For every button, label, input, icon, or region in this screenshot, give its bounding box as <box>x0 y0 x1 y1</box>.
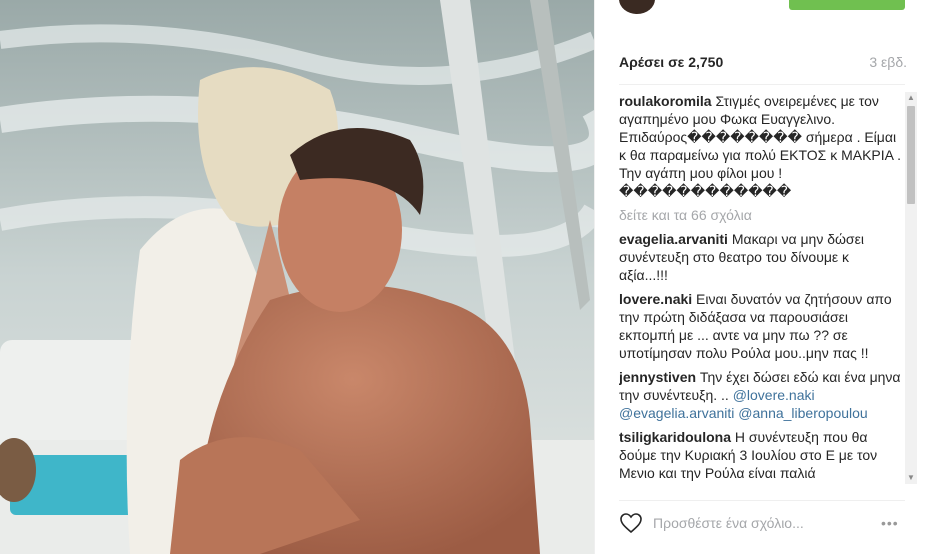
comment-item: lovere.naki Ειναι δυνατόν να ζητήσουν απ… <box>619 290 915 362</box>
profile-avatar[interactable] <box>619 0 655 14</box>
photo-image <box>0 0 594 554</box>
post-side-panel: Αρέσει σε 2,750 3 εβδ. roulakoromila Στι… <box>594 0 925 554</box>
comment-item: evagelia.arvaniti Μακαρι να μην δώσει συ… <box>619 230 915 284</box>
comment-username[interactable]: jennystiven <box>619 369 696 385</box>
comment-username[interactable]: lovere.naki <box>619 291 692 307</box>
add-comment-input[interactable] <box>653 512 863 534</box>
more-options-icon[interactable]: ••• <box>881 515 899 531</box>
comment-item: jennystiven Την έχει δώσει εδώ και ένα μ… <box>619 368 915 422</box>
mention-link[interactable]: @lovere.naki <box>733 387 815 403</box>
post-time[interactable]: 3 εβδ. <box>869 54 907 70</box>
caption: roulakoromila Στιγμές ονειρεμένες με τον… <box>619 92 915 200</box>
follow-button[interactable] <box>789 0 905 10</box>
heart-icon[interactable] <box>619 512 643 534</box>
scrollbar-thumb[interactable] <box>907 106 915 204</box>
caption-username[interactable]: roulakoromila <box>619 93 712 109</box>
post-photo[interactable] <box>0 0 594 554</box>
divider <box>619 84 905 85</box>
likes-count[interactable]: Αρέσει σε 2,750 <box>619 54 723 70</box>
view-all-comments[interactable]: δείτε και τα 66 σχόλια <box>619 206 915 224</box>
comments-list: roulakoromila Στιγμές ονειρεμένες με τον… <box>619 92 915 484</box>
likes-row: Αρέσει σε 2,750 3 εβδ. <box>619 54 907 70</box>
comment-username[interactable]: evagelia.arvaniti <box>619 231 728 247</box>
comment-username[interactable]: tsiligkaridoulona <box>619 429 731 445</box>
divider <box>619 500 905 501</box>
mention-link[interactable]: @evagelia.arvaniti <box>619 405 734 421</box>
comment-item: tsiligkaridoulona Η συνέντευξη που θα δο… <box>619 428 915 482</box>
scroll-down-arrow-icon[interactable]: ▼ <box>905 472 917 484</box>
mention-link[interactable]: @anna_liberopoulou <box>738 405 867 421</box>
scroll-up-arrow-icon[interactable]: ▲ <box>905 92 917 104</box>
comments-scrollbar[interactable]: ▲ ▼ <box>905 92 917 484</box>
